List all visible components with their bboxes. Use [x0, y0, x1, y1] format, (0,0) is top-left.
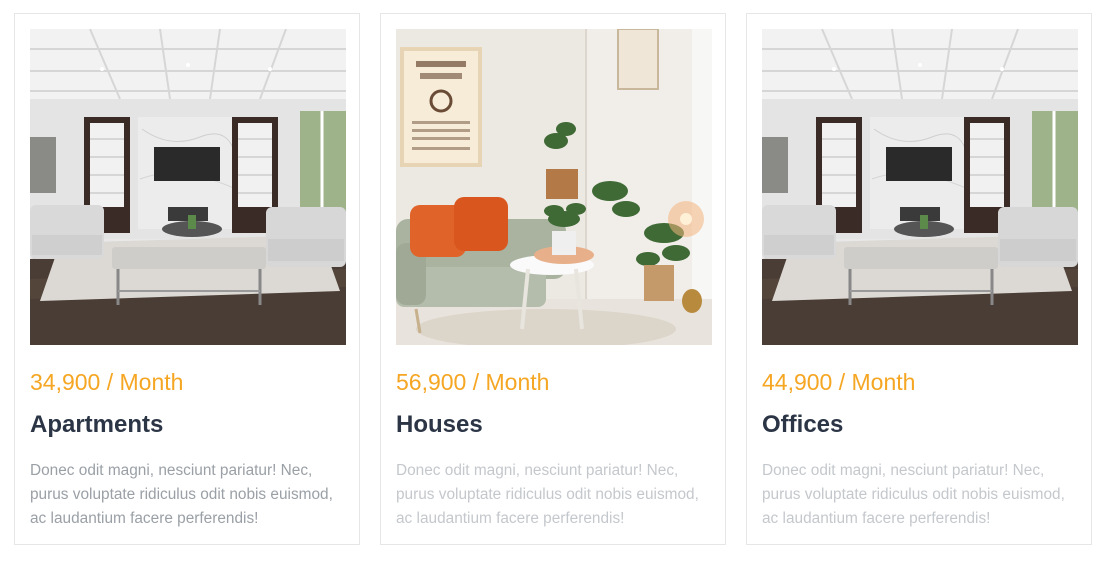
listing-card-houses[interactable]: 56,900 / Month Houses Donec odit magni, … — [380, 13, 726, 545]
living-room-photo[interactable] — [762, 29, 1078, 345]
listing-title[interactable]: Houses — [396, 411, 483, 439]
listing-description: Donec odit magni, nesciunt pariatur! Nec… — [396, 462, 699, 527]
listing-title[interactable]: Offices — [762, 411, 843, 439]
listing-description: Donec odit magni, nesciunt pariatur! Nec… — [762, 462, 1065, 527]
living-room-photo[interactable] — [30, 29, 346, 345]
listing-card-apartments[interactable]: 34,900 / Month Apartments Donec odit mag… — [14, 13, 360, 545]
listing-card-offices[interactable]: 44,900 / Month Offices Donec odit magni,… — [746, 13, 1092, 545]
listing-price: 44,900 / Month — [762, 369, 916, 395]
listing-cards: 34,900 / Month Apartments Donec odit mag… — [0, 0, 1106, 561]
listing-title[interactable]: Apartments — [30, 411, 163, 439]
cozy-corner-photo[interactable] — [396, 29, 712, 345]
listing-price: 56,900 / Month — [396, 369, 550, 395]
listing-description: Donec odit magni, nesciunt pariatur! Nec… — [30, 462, 333, 527]
listing-price: 34,900 / Month — [30, 369, 184, 395]
